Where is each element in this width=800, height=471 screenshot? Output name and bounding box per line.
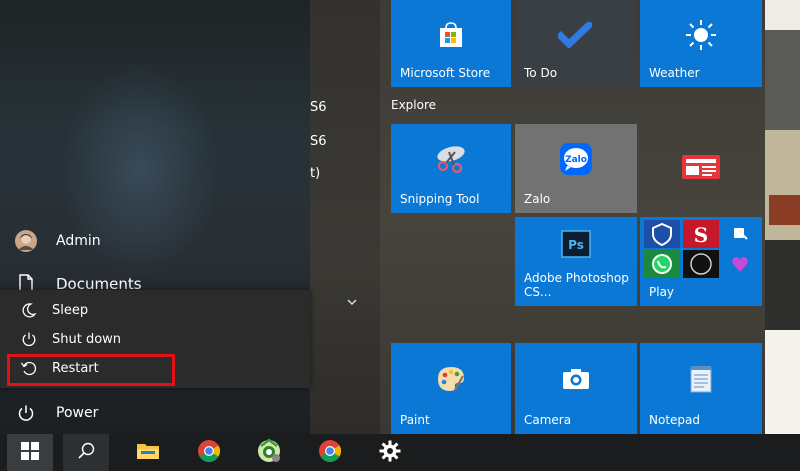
store-bag-icon	[438, 21, 464, 52]
user-name: Admin	[56, 233, 101, 249]
lock-app-icon	[722, 220, 758, 248]
power-icon	[14, 401, 38, 425]
tile-label: Notepad	[649, 413, 700, 427]
zalo-icon: Zalo	[559, 142, 593, 180]
tile-microsoft-store[interactable]: Microsoft Store	[391, 0, 511, 87]
camera-icon	[561, 367, 591, 395]
tile-label: To Do	[524, 66, 558, 80]
app-list-fragment[interactable]: S6	[310, 134, 327, 149]
taskbar-chrome[interactable]	[188, 434, 230, 471]
tile-zalo[interactable]: Zalo Zalo	[515, 124, 637, 213]
power-icon	[18, 328, 40, 350]
taskbar-coc-coc[interactable]	[248, 434, 290, 471]
tile-paint[interactable]: Paint	[391, 343, 511, 434]
shut-down-label: Shut down	[52, 331, 122, 347]
start-button[interactable]	[7, 434, 53, 471]
restart-highlight-box	[7, 354, 175, 386]
superlink-icon: S	[683, 220, 719, 248]
tile-label: Paint	[400, 413, 430, 427]
svg-text:S: S	[694, 223, 708, 247]
coc-coc-icon	[255, 437, 283, 468]
tile-label: Camera	[524, 413, 572, 427]
taskbar-settings[interactable]	[369, 434, 411, 471]
chrome-icon	[318, 439, 342, 467]
windows-start-icon	[21, 441, 39, 464]
power-label: Power	[56, 405, 99, 421]
hotspot-shield-icon	[644, 220, 680, 248]
tile-label: Microsoft Store	[400, 66, 491, 80]
settings-gear-icon	[379, 440, 401, 466]
notepad-icon	[688, 364, 714, 398]
explore-section-label: Explore	[391, 98, 437, 112]
search-button[interactable]	[63, 434, 109, 471]
photoshop-icon: Ps	[561, 230, 591, 262]
tile-label: Snipping Tool	[400, 192, 480, 206]
chrome-icon	[197, 439, 221, 467]
user-account[interactable]: Admin	[14, 229, 101, 253]
tile-snipping-tool[interactable]: Snipping Tool	[391, 124, 511, 213]
sun-icon	[684, 18, 718, 56]
tile-weather[interactable]: Weather	[640, 0, 762, 87]
taskbar-file-explorer[interactable]	[127, 434, 169, 471]
picsart-icon	[722, 250, 758, 278]
search-icon	[77, 442, 95, 464]
tile-news[interactable]	[640, 124, 762, 213]
tile-camera[interactable]: Camera	[515, 343, 637, 434]
palette-icon	[436, 365, 466, 397]
taskbar-chrome-2[interactable]	[309, 434, 351, 471]
moon-icon	[18, 299, 40, 321]
sleep-option[interactable]: Sleep	[0, 296, 310, 324]
tile-play-folder[interactable]: S Play	[640, 217, 762, 306]
svg-text:Zalo: Zalo	[565, 155, 587, 165]
tile-label: Play	[649, 285, 675, 299]
news-icon	[681, 153, 721, 185]
photoshop-icon-text: Ps	[568, 238, 584, 252]
tile-label: Adobe Photoshop CS...	[524, 271, 629, 299]
circle-app-icon	[683, 250, 719, 278]
avatar	[14, 229, 38, 253]
whatsapp-icon	[644, 250, 680, 278]
tile-label: Zalo	[524, 192, 551, 206]
chevron-down-icon[interactable]	[346, 292, 358, 311]
tile-to-do[interactable]: To Do	[515, 0, 635, 87]
tile-notepad[interactable]: Notepad	[640, 343, 762, 434]
checkmark-icon	[556, 19, 594, 52]
scissors-icon	[433, 144, 469, 178]
app-list-fragment[interactable]: S6	[310, 100, 327, 115]
tile-label: Weather	[649, 66, 700, 80]
tile-adobe-photoshop[interactable]: Ps Adobe Photoshop CS...	[515, 217, 637, 306]
shut-down-option[interactable]: Shut down	[0, 325, 310, 353]
file-explorer-icon	[136, 441, 160, 465]
power-button[interactable]: Power	[14, 401, 98, 425]
app-list-column: S6 S6 t)	[310, 0, 380, 434]
background-webpage-peek	[765, 0, 800, 434]
app-list-fragment[interactable]: t)	[310, 166, 320, 181]
sleep-label: Sleep	[52, 302, 89, 318]
